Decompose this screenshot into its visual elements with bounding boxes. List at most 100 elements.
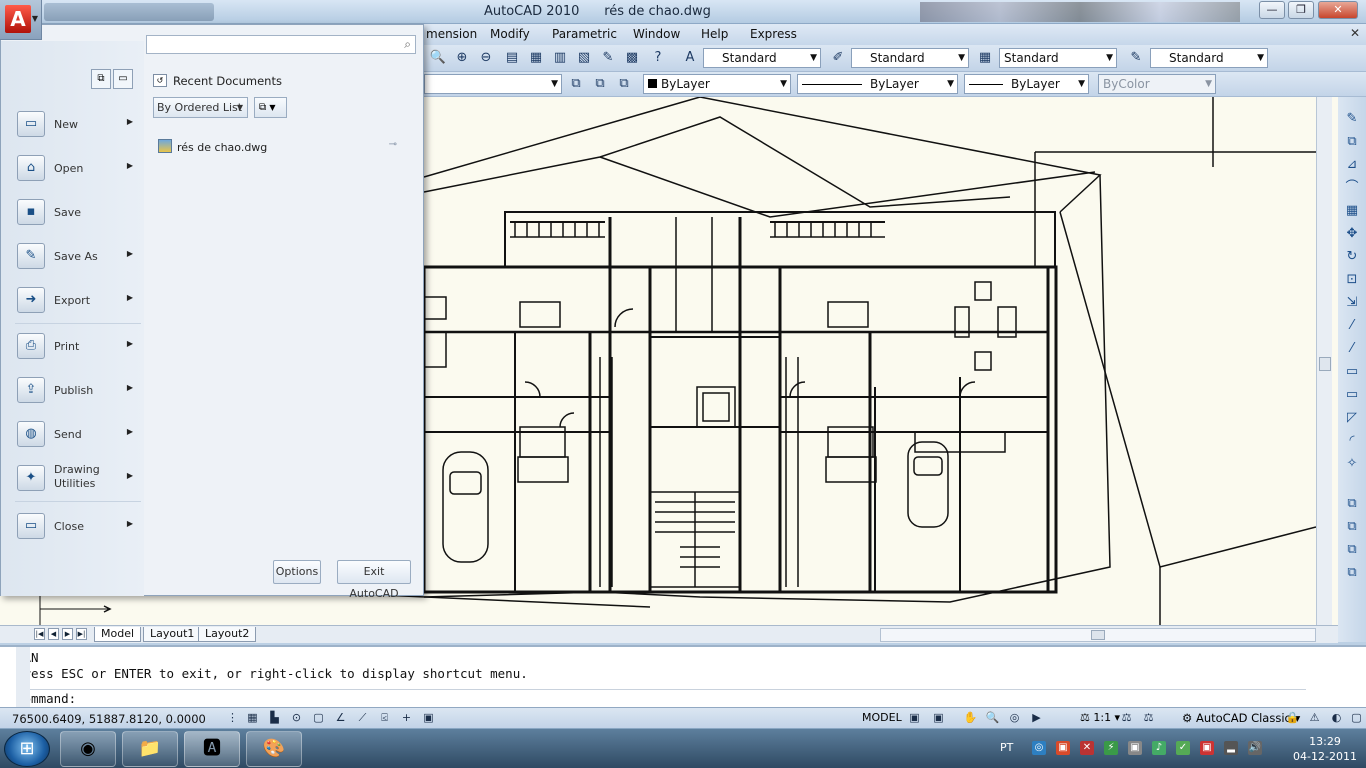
command-scrollbar[interactable]	[16, 647, 30, 707]
auto-scale-icon[interactable]: ⚖	[1140, 710, 1157, 726]
menu-parametric[interactable]: Parametric	[552, 27, 617, 41]
multileader-style-select[interactable]: Standard ▼	[1150, 48, 1268, 68]
menu-item-publish[interactable]: ⇪ Publish ▶	[11, 371, 139, 411]
extend-icon[interactable]: ⁄	[1342, 339, 1362, 359]
explode-icon[interactable]: ✧	[1342, 454, 1362, 474]
model-space-button[interactable]: MODEL	[862, 711, 902, 724]
lineweight-icon[interactable]: ▣	[420, 710, 437, 726]
pin-icon[interactable]: ⊸	[389, 139, 397, 150]
table-style-select[interactable]: Standard ▼	[999, 48, 1117, 68]
command-input[interactable]	[16, 689, 1306, 706]
menu-item-close[interactable]: ▭ Close ▶	[11, 507, 139, 547]
markup-icon[interactable]: ✎	[598, 48, 618, 68]
tray-app-icon[interactable]: ▣	[1200, 741, 1214, 755]
minimize-button[interactable]: —	[1259, 1, 1285, 19]
menu-item-export[interactable]: ➜ Export ▶	[11, 281, 139, 321]
quick-view-layouts-icon[interactable]: ▣	[906, 710, 923, 726]
zoom-extents-icon[interactable]: ⊕	[452, 48, 472, 68]
volume-icon[interactable]: 🔊	[1248, 741, 1262, 755]
dynamic-ucs-icon[interactable]: ⍃	[376, 710, 393, 726]
table-style-icon[interactable]: ▦	[975, 48, 995, 68]
infer-constraints-icon[interactable]: ⋮	[224, 710, 241, 726]
menu-item-send[interactable]: ◍ Send ▶	[11, 415, 139, 455]
toolbar-lock-icon[interactable]: 🔒	[1284, 710, 1301, 726]
menu-item-open[interactable]: ⌂ Open ▶	[11, 149, 139, 189]
language-indicator[interactable]: PT	[1000, 741, 1013, 754]
tray-app-icon[interactable]: ◎	[1032, 741, 1046, 755]
mirror-icon[interactable]: ⊿	[1342, 155, 1362, 175]
layer-manager-icon[interactable]: ⧉	[566, 74, 586, 94]
zoom-previous-icon[interactable]: ⊖	[476, 48, 496, 68]
window-close-button[interactable]: ✕	[1318, 1, 1358, 19]
design-center-icon[interactable]: ▦	[526, 48, 546, 68]
array-icon[interactable]: ▦	[1342, 201, 1362, 221]
grid-display-icon[interactable]: ▙	[266, 710, 283, 726]
copy-icon[interactable]: ⧉	[1342, 132, 1362, 152]
chrome-taskbar-icon[interactable]: ◉	[60, 731, 116, 767]
fillet-icon[interactable]: ◜	[1342, 431, 1362, 451]
linetype-select[interactable]: ByLayer ▼	[797, 74, 958, 94]
rotate-icon[interactable]: ↻	[1342, 247, 1362, 267]
tray-app-icon[interactable]: ✕	[1080, 741, 1094, 755]
chamfer-icon[interactable]: ◸	[1342, 408, 1362, 428]
tray-media-icon[interactable]: ♪	[1152, 741, 1166, 755]
hardware-acceleration-icon[interactable]: ⚠	[1306, 710, 1323, 726]
menu-modify[interactable]: Modify	[490, 27, 530, 41]
pan-icon[interactable]: ✋	[962, 710, 979, 726]
bring-front-icon[interactable]: ⧉	[1342, 517, 1362, 537]
first-tab-button[interactable]: |◀	[34, 628, 45, 640]
workspace-switch[interactable]: ⚙ AutoCAD Classic ▾	[1182, 711, 1300, 725]
color-select[interactable]: ByLayer ▼	[643, 74, 791, 94]
menu-item-drawing-utilities[interactable]: ✦ Drawing Utilities ▶	[11, 459, 139, 499]
send-back-icon[interactable]: ⧉	[1342, 540, 1362, 560]
layer-states-icon[interactable]: ⧉	[590, 74, 610, 94]
drawing-horizontal-scrollbar[interactable]	[880, 628, 1316, 642]
menu-item-print[interactable]: ⎙ Print ▶	[11, 327, 139, 367]
tab-layout1[interactable]: Layout1	[143, 627, 202, 642]
erase-icon[interactable]: ✎	[1342, 109, 1362, 129]
annotation-scale[interactable]: ⚖ 1:1 ▾	[1080, 711, 1120, 724]
scroll-thumb[interactable]	[1319, 357, 1331, 371]
menu-window[interactable]: Window	[633, 27, 680, 41]
quick-access-toolbar[interactable]	[44, 3, 214, 21]
join-icon[interactable]: ▭	[1342, 385, 1362, 405]
offset-icon[interactable]: ⌒	[1342, 178, 1362, 198]
quick-view-drawings-icon[interactable]: ▣	[930, 710, 947, 726]
properties-icon[interactable]: ▤	[502, 48, 522, 68]
tab-model[interactable]: Model	[94, 627, 142, 642]
paint-taskbar-icon[interactable]: 🎨	[246, 731, 302, 767]
showmotion-icon[interactable]: ▶	[1028, 710, 1045, 726]
application-menu-button[interactable]: A ▼	[0, 0, 42, 40]
snap-mode-icon[interactable]: ▦	[244, 710, 261, 726]
prev-tab-button[interactable]: ◀	[48, 628, 59, 640]
menu-dimension[interactable]: mension	[426, 27, 477, 41]
recent-file-item[interactable]: rés de chao.dwg ⊸	[158, 138, 403, 156]
isolate-objects-icon[interactable]: ◐	[1328, 710, 1345, 726]
tray-network-icon[interactable]: ⚡	[1104, 741, 1118, 755]
scroll-thumb[interactable]	[1091, 630, 1105, 640]
sheet-set-icon[interactable]: ▧	[574, 48, 594, 68]
view-mode-dropdown[interactable]: ⧉ ▼	[254, 97, 287, 118]
menu-item-save-as[interactable]: ✎ Save As ▶	[11, 237, 139, 277]
dimension-style-icon[interactable]: ✐	[828, 48, 848, 68]
menu-express[interactable]: Express	[750, 27, 797, 41]
draw-order-icon[interactable]: ⧉	[1342, 494, 1362, 514]
stretch-icon[interactable]: ⇲	[1342, 293, 1362, 313]
document-close-button[interactable]: ✕	[1350, 26, 1360, 40]
layer-select[interactable]: ▼	[424, 74, 562, 94]
move-icon[interactable]: ✥	[1342, 224, 1362, 244]
tray-office-icon[interactable]: ▣	[1056, 741, 1070, 755]
steering-wheel-icon[interactable]: ◎	[1006, 710, 1023, 726]
layer-previous-icon[interactable]: ⧉	[614, 74, 634, 94]
polar-tracking-icon[interactable]: ▢	[310, 710, 327, 726]
next-tab-button[interactable]: ▶	[62, 628, 73, 640]
object-snap-icon[interactable]: ∠	[332, 710, 349, 726]
options-button[interactable]: Options	[273, 560, 321, 584]
tool-palettes-icon[interactable]: ▥	[550, 48, 570, 68]
scale-icon[interactable]: ⊡	[1342, 270, 1362, 290]
bring-above-icon[interactable]: ⧉	[1342, 563, 1362, 583]
coordinates-readout[interactable]: 76500.6409, 51887.8120, 0.0000	[12, 712, 206, 726]
tray-check-icon[interactable]: ✓	[1176, 741, 1190, 755]
tab-layout2[interactable]: Layout2	[198, 627, 257, 642]
tray-signal-icon[interactable]: ▂	[1224, 741, 1238, 755]
